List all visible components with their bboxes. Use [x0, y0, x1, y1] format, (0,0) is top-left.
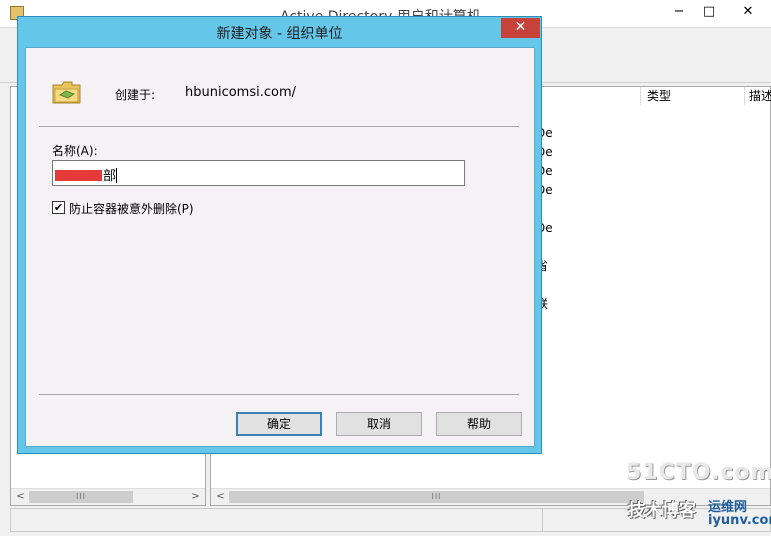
tree-horizontal-scrollbar[interactable]: < III >	[11, 488, 205, 505]
help-button[interactable]: 帮助	[436, 412, 522, 436]
watermark-sub-right-bottom: iyunv.com	[708, 513, 771, 528]
watermark-sub-left: 技术博客	[628, 501, 696, 521]
scroll-right-arrow-icon[interactable]: >	[187, 489, 204, 505]
watermark: 51CTO.com 技术博客 运维网 iyunv.com	[622, 460, 771, 536]
watermark-main: 51CTO.com	[626, 460, 771, 485]
protect-checkbox-label[interactable]: 防止容器被意外删除(P)	[69, 200, 194, 217]
separator	[39, 394, 519, 395]
text-caret	[116, 168, 118, 183]
organizational-unit-folder-icon	[52, 81, 81, 104]
new-ou-dialog: 新建对象 - 组织单位 ✕ 创建于: hbunicomsi.com/ 名称(A)…	[17, 16, 542, 454]
maximize-button[interactable]: □	[694, 2, 724, 24]
scroll-left-arrow-icon[interactable]: <	[212, 489, 229, 505]
close-button[interactable]: ✕	[728, 2, 768, 24]
name-label: 名称(A):	[52, 144, 98, 158]
minimize-button[interactable]: −	[664, 2, 694, 24]
scroll-thumb[interactable]: III	[29, 491, 133, 503]
dialog-body: 创建于: hbunicomsi.com/ 名称(A): 部 ✔ 防止容器被意外删…	[25, 47, 535, 447]
column-header-type[interactable]: 类型	[640, 87, 744, 105]
separator	[39, 126, 519, 127]
ok-button[interactable]: 确定	[236, 412, 322, 436]
dialog-close-button[interactable]: ✕	[501, 18, 540, 38]
redaction-mark	[55, 170, 102, 181]
created-in-value: hbunicomsi.com/	[185, 85, 297, 100]
scroll-thumb[interactable]: III	[229, 491, 644, 503]
created-in-label: 创建于:	[115, 88, 156, 102]
name-input-value: 部	[103, 169, 117, 184]
dialog-title: 新建对象 - 组织单位	[216, 26, 343, 42]
scroll-left-arrow-icon[interactable]: <	[12, 489, 29, 505]
status-divider	[542, 509, 543, 531]
column-header-description[interactable]: 描述	[744, 87, 771, 105]
name-input[interactable]: 部	[52, 160, 465, 186]
protect-checkbox[interactable]: ✔	[52, 201, 65, 214]
cancel-button[interactable]: 取消	[336, 412, 422, 436]
